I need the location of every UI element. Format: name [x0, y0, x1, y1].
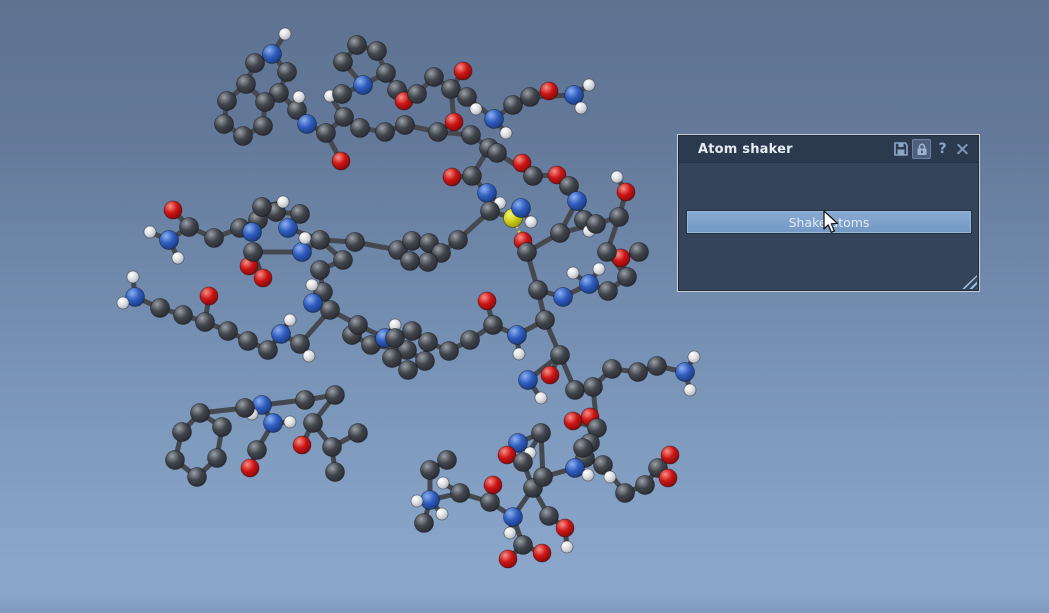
molecule-model [0, 0, 1049, 613]
panel-resize-grip[interactable] [962, 275, 977, 289]
lock-icon[interactable] [912, 139, 931, 159]
panel-title: Atom shaker [698, 142, 793, 157]
shake-atoms-button[interactable]: Shake atoms [687, 211, 971, 233]
atom-shaker-panel: Atom shaker ? × [677, 134, 980, 292]
close-icon[interactable]: × [954, 140, 971, 158]
save-icon[interactable] [892, 140, 909, 158]
titlebar-icons: ? × [892, 139, 978, 159]
help-icon[interactable]: ? [934, 140, 951, 158]
panel-titlebar[interactable]: Atom shaker ? × [679, 136, 978, 163]
viewport-3d[interactable] [0, 0, 1049, 613]
